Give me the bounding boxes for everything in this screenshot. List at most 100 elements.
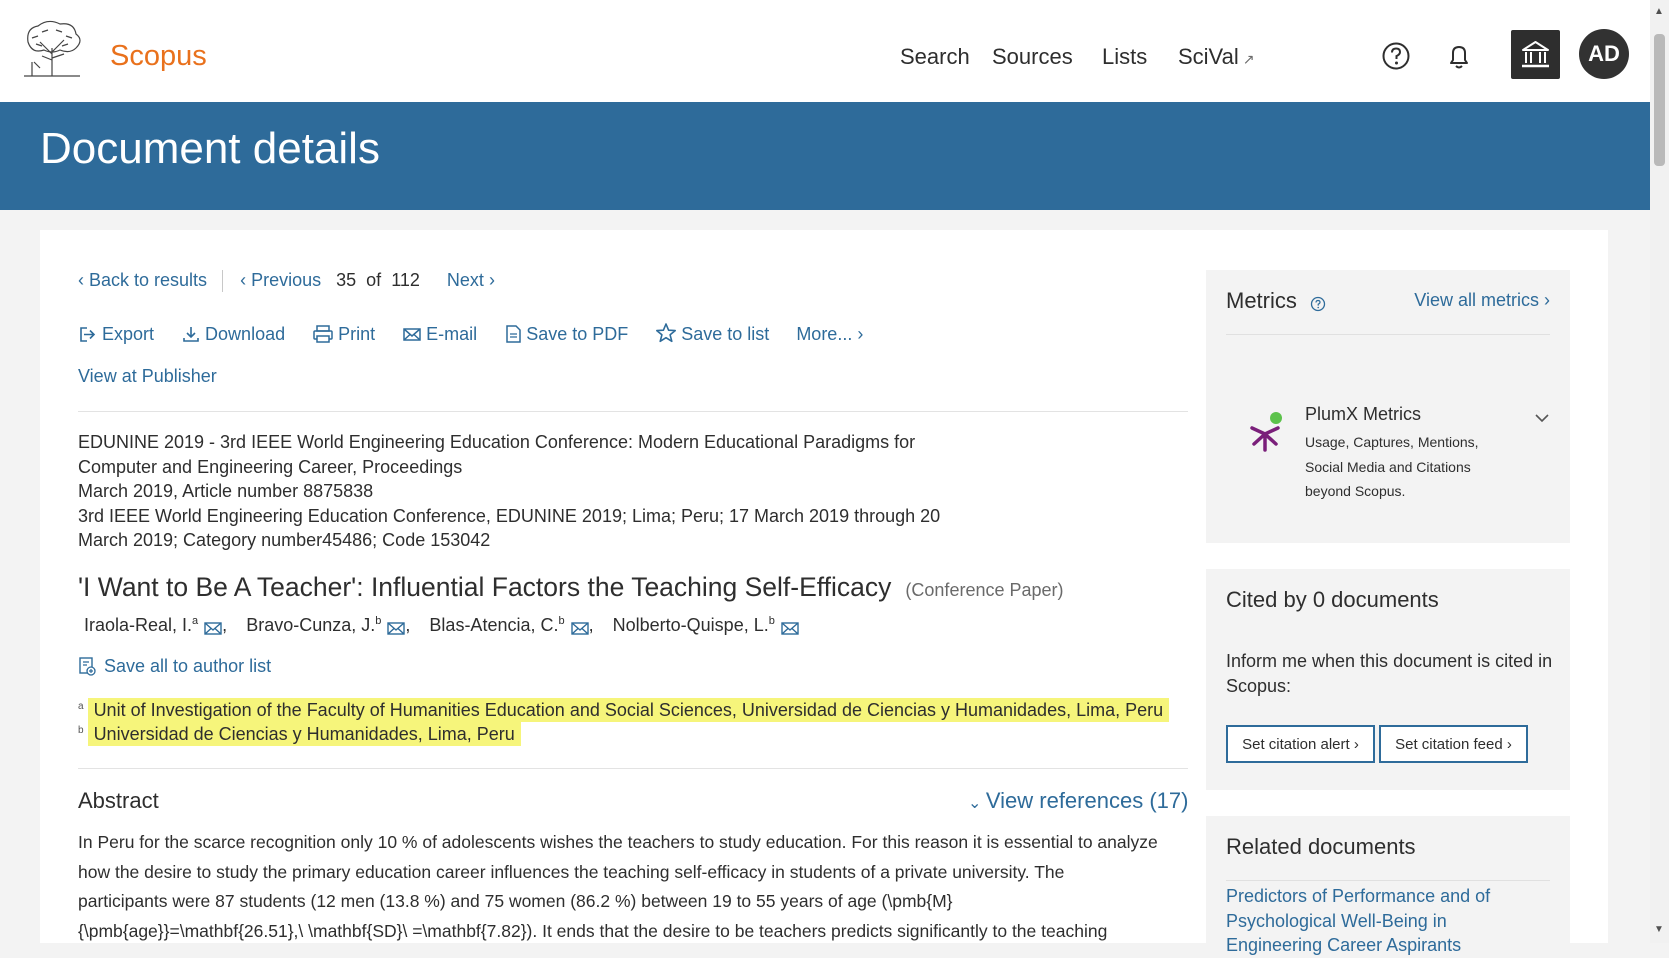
set-citation-feed-button[interactable]: Set citation feed ›: [1379, 725, 1528, 763]
more-button[interactable]: More... ›: [796, 324, 863, 345]
star-icon: [656, 323, 677, 343]
brand-name[interactable]: Scopus: [110, 40, 207, 73]
author-link[interactable]: Nolberto-Quispe, L.: [613, 615, 769, 635]
save-to-author-list-link[interactable]: Save all to author list: [78, 656, 271, 677]
chevron-down-icon: ⌄: [968, 795, 986, 812]
email-icon[interactable]: [387, 621, 406, 635]
chevron-right-icon: ›: [1539, 290, 1550, 310]
source-line: 3rd IEEE World Engineering Education Con…: [78, 505, 941, 526]
download-label: Download: [205, 324, 286, 344]
bell-icon[interactable]: [1443, 40, 1475, 72]
save-to-pdf-button[interactable]: Save to PDF: [504, 324, 628, 345]
abstract-line: how the desire to study the primary educ…: [78, 861, 1065, 882]
divider: [222, 270, 224, 293]
metrics-title: Metrics: [1226, 288, 1297, 313]
print-button[interactable]: Print: [312, 324, 375, 345]
related-documents-card: Related documents Predictors of Performa…: [1206, 816, 1570, 956]
author-item: Blas-Atencia, C.b,: [429, 615, 593, 635]
previous-link[interactable]: ‹ Previous: [240, 270, 321, 290]
email-icon[interactable]: [781, 621, 799, 635]
affiliation-marker: a: [192, 615, 199, 627]
next-label: Next: [446, 270, 484, 290]
result-index: 35: [336, 270, 357, 290]
nav-lists[interactable]: Lists: [1102, 44, 1147, 70]
email-icon[interactable]: [570, 621, 589, 635]
affiliation-item: a Unit of Investigation of the Faculty of…: [78, 698, 1170, 722]
results-navigation: ‹ Back to results ‹ Previous 35 of 112 N…: [78, 270, 495, 293]
save-to-author-list-label: Save all to author list: [104, 656, 272, 676]
export-button[interactable]: Export: [78, 324, 154, 345]
affiliation-text: Universidad de Ciencias y Humanidades, L…: [87, 722, 521, 746]
divider: [78, 411, 1188, 412]
elsevier-logo-icon[interactable]: [18, 18, 86, 78]
divider: [1226, 880, 1550, 881]
result-total: 112: [391, 270, 420, 290]
page-banner: Document details: [0, 102, 1650, 210]
nav-scival[interactable]: SciVal ↗: [1178, 44, 1254, 70]
chevron-right-icon: ›: [1349, 735, 1359, 753]
related-document-line: Engineering Career Aspirants: [1226, 935, 1462, 955]
chevron-down-icon[interactable]: [1534, 412, 1550, 424]
document-panel: ‹ Back to results ‹ Previous 35 of 112 N…: [40, 230, 1608, 956]
set-citation-alert-button[interactable]: Set citation alert ›: [1226, 725, 1375, 763]
plumx-title[interactable]: PlumX Metrics: [1305, 404, 1421, 425]
page-scrollbar[interactable]: ▲ ▼: [1650, 0, 1669, 943]
related-document-line: Psychological Well-Being in: [1226, 910, 1447, 931]
nav-search[interactable]: Search: [900, 44, 970, 70]
author-link[interactable]: Bravo-Cunza, J.: [246, 615, 375, 635]
source-line: March 2019, Article number 8875838: [78, 481, 374, 501]
external-link-icon: ↗: [1242, 51, 1255, 67]
source-line: March 2019; Category number45486; Code 1…: [78, 530, 491, 550]
nav-scival-label: SciVal: [1178, 44, 1239, 69]
next-link[interactable]: Next ›: [447, 270, 495, 290]
view-at-publisher-link[interactable]: View at Publisher: [78, 366, 217, 387]
save-to-list-button[interactable]: Save to list: [655, 322, 769, 345]
email-label: E-mail: [426, 324, 478, 344]
document-toolbar: Export Download Print E-mail Save to PDF…: [78, 322, 885, 345]
help-icon[interactable]: [1310, 296, 1326, 312]
pdf-icon: [506, 325, 521, 343]
related-document-link[interactable]: Predictors of Performance and of Psychol…: [1226, 884, 1516, 958]
set-citation-feed-label: Set citation feed: [1395, 735, 1503, 753]
author-separator: ,: [222, 615, 228, 635]
user-avatar[interactable]: AD: [1579, 29, 1629, 79]
citation-alert-prompt: Inform me when this document is cited in…: [1226, 651, 1553, 696]
affiliation-item: b Universidad de Ciencias y Humanidades, …: [78, 722, 521, 746]
set-citation-alert-label: Set citation alert: [1242, 735, 1350, 753]
print-icon: [313, 325, 333, 343]
abstract-heading: Abstract: [78, 788, 159, 813]
author-link[interactable]: Blas-Atencia, C.: [429, 615, 558, 635]
page-title: Document details: [40, 124, 380, 173]
affiliation-marker: b: [558, 615, 565, 627]
export-label: Export: [102, 324, 155, 344]
save-to-list-label: Save to list: [681, 324, 770, 344]
affiliation-marker: b: [78, 725, 84, 736]
abstract-line: participants were 87 students (12 men (1…: [78, 891, 953, 911]
affiliation-marker: a: [78, 701, 84, 712]
document-title: 'I Want to Be A Teacher': Influential Fa…: [78, 572, 892, 602]
download-icon: [183, 327, 199, 342]
help-icon[interactable]: [1380, 40, 1412, 72]
affiliation-marker: b: [375, 615, 382, 627]
source-line: Computer and Engineering Career, Proceed…: [78, 456, 463, 477]
scroll-down-icon[interactable]: ▼: [1654, 924, 1664, 935]
top-navigation: Scopus Search Sources Lists SciVal ↗ AD: [0, 0, 1650, 102]
email-button[interactable]: E-mail: [402, 324, 477, 345]
save-to-pdf-label: Save to PDF: [526, 324, 629, 344]
scroll-up-icon[interactable]: ▲: [1654, 6, 1664, 17]
view-references-link[interactable]: ⌄ View references (17): [968, 788, 1188, 814]
back-to-results-link[interactable]: ‹ Back to results: [78, 270, 207, 290]
affiliation-marker: b: [768, 615, 775, 627]
author-list-icon: [79, 657, 96, 676]
view-all-metrics-link[interactable]: View all metrics ›: [1414, 290, 1550, 311]
institution-button[interactable]: [1511, 30, 1560, 79]
author-link[interactable]: Iraola-Real, I.: [84, 615, 192, 635]
source-line: EDUNINE 2019 - 3rd IEEE World Engineerin…: [78, 432, 916, 452]
nav-sources[interactable]: Sources: [992, 44, 1073, 70]
email-icon[interactable]: [204, 621, 222, 635]
download-button[interactable]: Download: [181, 324, 285, 345]
chevron-right-icon: ›: [1502, 735, 1512, 753]
more-label: More...: [796, 324, 853, 344]
scrollbar-thumb[interactable]: [1654, 34, 1665, 166]
back-to-results-label: Back to results: [89, 270, 208, 290]
